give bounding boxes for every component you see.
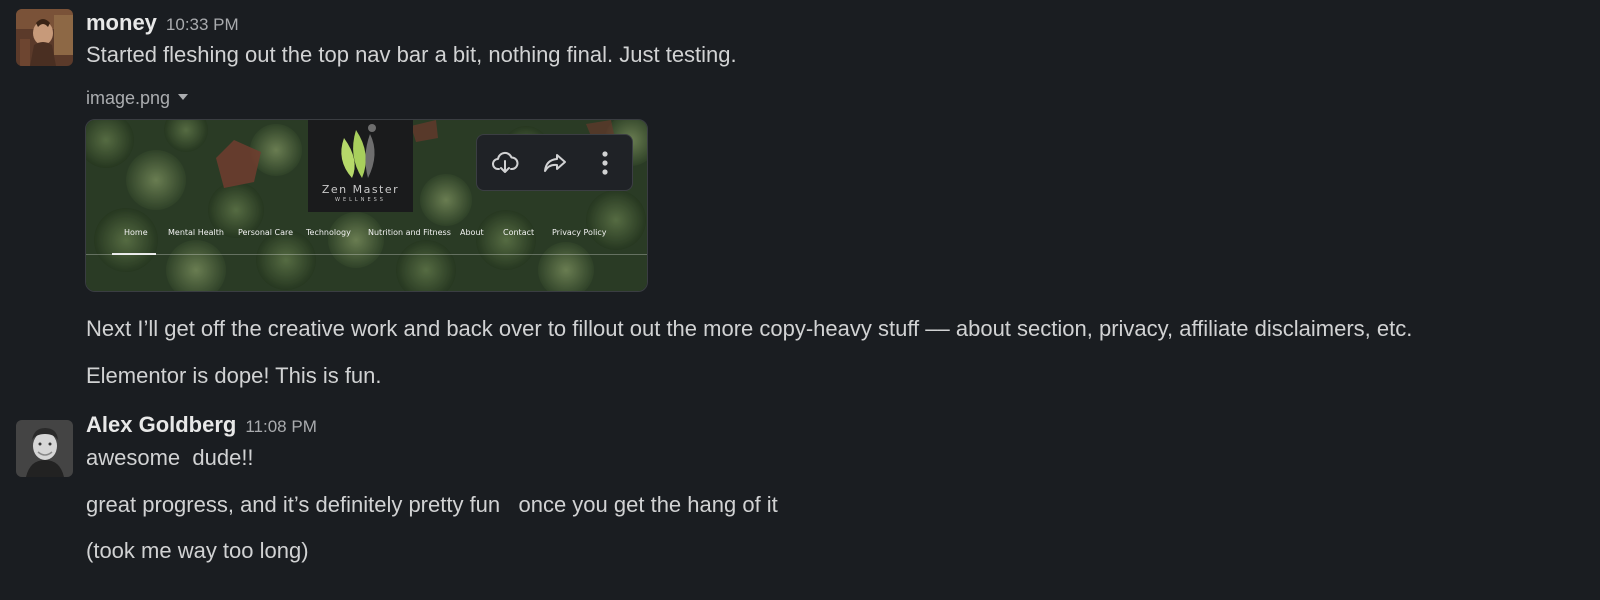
logo-subtitle: WELLNESS [335, 197, 386, 203]
sender-name[interactable]: money [86, 10, 157, 35]
more-actions-button[interactable] [587, 145, 623, 181]
nav-item-home: Home [124, 228, 148, 237]
preview-nav-bar: Home Mental Health Personal Care Technol… [86, 228, 647, 246]
share-icon [544, 154, 566, 172]
message-text: (took me way too long) [86, 538, 309, 563]
share-button[interactable] [537, 145, 573, 181]
attachment-actions-toolbar [476, 134, 633, 191]
avatar-alex-goldberg[interactable] [16, 420, 73, 477]
attachment-filename[interactable]: image.png [86, 88, 189, 109]
nav-item-mental-health: Mental Health [168, 228, 224, 237]
timestamp[interactable]: 10:33 PM [166, 15, 239, 34]
sender-name[interactable]: Alex Goldberg [86, 412, 236, 437]
message-text: Next I’ll get off the creative work and … [86, 316, 1413, 341]
download-button[interactable] [487, 145, 523, 181]
message-header: Alex Goldberg 11:08 PM [86, 412, 317, 438]
nav-item-nutrition: Nutrition and Fitness [368, 228, 451, 237]
nav-item-personal-care: Personal Care [238, 228, 294, 237]
message-text: awesome dude!! [86, 445, 254, 470]
download-icon [492, 151, 519, 173]
nav-item-about: About [460, 228, 484, 237]
more-actions-icon [602, 151, 608, 175]
leaf-logo-icon [341, 124, 376, 178]
nav-item-contact: Contact [503, 228, 535, 237]
message-text: Started fleshing out the top nav bar a b… [86, 42, 737, 67]
message-text: Elementor is dope! This is fun. [86, 363, 382, 388]
timestamp[interactable]: 11:08 PM [245, 417, 317, 436]
nav-item-privacy-policy: Privacy Policy [552, 228, 607, 237]
logo-title: Zen Master [321, 183, 400, 196]
chevron-down-icon[interactable] [178, 94, 189, 101]
attachment-filename-label: image.png [86, 88, 171, 108]
message-text: great progress, and it’s definitely pret… [86, 492, 778, 517]
image-attachment-preview[interactable]: Zen Master WELLNESS Home Mental Health P… [85, 119, 648, 292]
site-logo: Zen Master WELLNESS [308, 120, 413, 212]
nav-item-technology: Technology [306, 228, 351, 237]
avatar-money[interactable] [16, 9, 73, 66]
nav-divider [86, 254, 647, 255]
message-header: money 10:33 PM [86, 10, 239, 36]
